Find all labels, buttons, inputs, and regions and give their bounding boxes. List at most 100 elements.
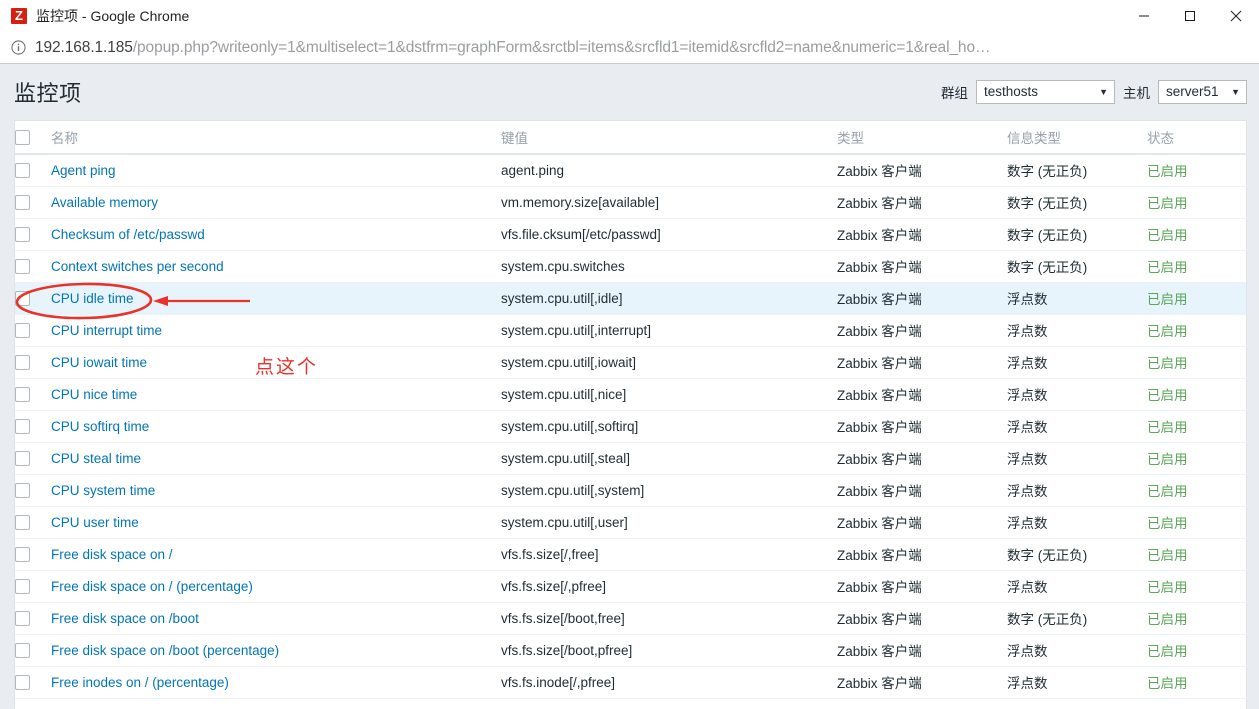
item-status-cell: 已启用: [1147, 314, 1246, 347]
table-row[interactable]: CPU steal time system.cpu.util[,steal] Zab…: [15, 442, 1246, 475]
row-checkbox[interactable]: [15, 610, 30, 626]
column-header-key[interactable]: 键值: [501, 121, 837, 155]
item-key-cell: system.cpu.util[,softirq]: [501, 410, 837, 443]
close-button[interactable]: [1213, 0, 1259, 32]
item-info-text: 浮点数: [1007, 324, 1048, 339]
item-type-cell: Zabbix 客户端: [837, 154, 1007, 187]
item-name-link[interactable]: Checksum of /etc/passwd: [51, 227, 205, 242]
item-key-text: vfs.file.cksum[/etc/passwd]: [501, 226, 661, 242]
item-key-text: system.cpu.util[,nice]: [501, 386, 627, 402]
table-row[interactable]: CPU idle time system.cpu.util[,idle] Zabbi…: [15, 282, 1246, 315]
omnibox[interactable]: 192.168.1.185/popup.php?writeonly=1&mult…: [0, 32, 1259, 64]
row-checkbox[interactable]: [15, 354, 30, 370]
item-name-link[interactable]: CPU user time: [51, 515, 139, 530]
item-type-text: Zabbix 客户端: [837, 292, 922, 307]
chevron-down-icon: ▼: [1231, 87, 1240, 97]
table-row[interactable]: CPU user time system.cpu.util[,user] Zabbi…: [15, 506, 1246, 539]
table-row[interactable]: Free disk space on / (percentage) vfs.fs.…: [15, 570, 1246, 603]
host-group-select[interactable]: testhosts ▼: [976, 80, 1115, 104]
column-header-type[interactable]: 类型: [837, 121, 1007, 155]
table-row[interactable]: Context switches per second system.cpu.sw…: [15, 250, 1246, 283]
url-host: 192.168.1.185: [35, 38, 133, 56]
table-row[interactable]: Agent ping agent.ping Zabbix 客户端 数字 (无正负) 已启…: [15, 154, 1246, 187]
item-type-cell: Zabbix 客户端: [837, 602, 1007, 635]
table-row[interactable]: Free inodes on / (percentage) vfs.fs.inod…: [15, 666, 1246, 699]
item-name-link[interactable]: Agent ping: [51, 163, 116, 178]
row-checkbox[interactable]: [15, 482, 30, 498]
item-name-link[interactable]: CPU steal time: [51, 451, 141, 466]
table-row[interactable]: CPU interrupt time system.cpu.util[,inter…: [15, 314, 1246, 347]
item-name-link[interactable]: Free disk space on /boot: [51, 611, 199, 626]
item-name-cell: Checksum of /etc/passwd: [51, 218, 501, 251]
row-checkbox[interactable]: [15, 514, 30, 530]
item-name-link[interactable]: CPU softirq time: [51, 419, 149, 434]
row-checkbox[interactable]: [15, 642, 30, 658]
item-info-text: 浮点数: [1007, 452, 1048, 467]
item-name-link[interactable]: Available memory: [51, 195, 158, 210]
item-name-link[interactable]: Free inodes on / (percentage): [51, 675, 229, 690]
item-key-text: vfs.fs.size[/,free]: [501, 546, 599, 562]
page-info-icon[interactable]: [10, 39, 27, 56]
item-name-link[interactable]: Context switches per second: [51, 259, 224, 274]
item-type-text: Zabbix 客户端: [837, 260, 922, 275]
row-checkbox[interactable]: [15, 290, 30, 306]
item-key-cell: vfs.file.cksum[/etc/passwd]: [501, 218, 837, 251]
row-checkbox[interactable]: [15, 450, 30, 466]
status-badge: 已启用: [1147, 164, 1188, 180]
table-row[interactable]: CPU system time system.cpu.util[,system] Z…: [15, 474, 1246, 507]
column-header-status[interactable]: 状态: [1147, 121, 1246, 155]
column-header-name[interactable]: 名称: [51, 121, 501, 155]
row-checkbox[interactable]: [15, 194, 30, 210]
item-name-link[interactable]: Free disk space on / (percentage): [51, 579, 253, 594]
table-row[interactable]: Free disk space on /boot (percentage) vfs…: [15, 634, 1246, 667]
item-key-text: vfs.fs.size[/,pfree]: [501, 578, 607, 594]
item-name-link[interactable]: CPU system time: [51, 483, 155, 498]
item-info-cell: 数字 (无正负): [1007, 602, 1147, 635]
row-checkbox[interactable]: [15, 386, 30, 402]
row-checkbox[interactable]: [15, 258, 30, 274]
item-type-text: Zabbix 客户端: [837, 196, 922, 211]
maximize-button[interactable]: [1167, 0, 1213, 32]
row-checkbox-cell: [15, 602, 51, 635]
select-all-checkbox[interactable]: [15, 129, 30, 145]
item-info-cell: 浮点数: [1007, 314, 1147, 347]
item-name-link[interactable]: CPU interrupt time: [51, 323, 162, 338]
browser-title-bar: Z 监控项 - Google Chrome: [0, 0, 1259, 32]
row-checkbox[interactable]: [15, 674, 30, 690]
table-row[interactable]: CPU softirq time system.cpu.util[,softirq…: [15, 410, 1246, 443]
item-status-cell: 已启用: [1147, 346, 1246, 379]
row-checkbox[interactable]: [15, 162, 30, 178]
table-row[interactable]: Free disk space on / vfs.fs.size[/,free] Z…: [15, 538, 1246, 571]
column-header-info[interactable]: 信息类型: [1007, 121, 1147, 155]
row-checkbox[interactable]: [15, 322, 30, 338]
row-checkbox[interactable]: [15, 578, 30, 594]
table-row[interactable]: CPU iowait time system.cpu.util[,iowait] Z…: [15, 346, 1246, 379]
minimize-button[interactable]: [1121, 0, 1167, 32]
table-row[interactable]: Available memory vm.memory.size[available…: [15, 186, 1246, 219]
window-title: 监控项 - Google Chrome: [36, 8, 190, 24]
table-row[interactable]: Checksum of /etc/passwd vfs.file.cksum[/e…: [15, 218, 1246, 251]
row-checkbox[interactable]: [15, 226, 30, 242]
page-content: 监控项 群组 testhosts ▼ 主机 server51 ▼ 名称 键值 类…: [0, 64, 1259, 709]
item-key-cell: vfs.fs.inode[/,pfree]: [501, 666, 837, 699]
item-name-link[interactable]: CPU idle time: [51, 291, 134, 306]
item-name-link[interactable]: Free disk space on /: [51, 547, 173, 562]
item-key-cell: system.cpu.util[,interrupt]: [501, 314, 837, 347]
table-row[interactable]: Free disk space on /boot vfs.fs.size[/boo…: [15, 602, 1246, 635]
host-select[interactable]: server51 ▼: [1158, 80, 1247, 104]
item-key-text: system.cpu.util[,iowait]: [501, 354, 637, 370]
item-info-cell: 数字 (无正负): [1007, 218, 1147, 251]
row-checkbox[interactable]: [15, 418, 30, 434]
item-name-cell: CPU nice time: [51, 378, 501, 411]
item-name-link[interactable]: CPU iowait time: [51, 355, 147, 370]
host-group-value: testhosts: [984, 84, 1039, 99]
item-name-link[interactable]: Free disk space on /boot (percentage): [51, 643, 279, 658]
item-info-text: 数字 (无正负): [1007, 228, 1088, 243]
item-key-text: system.cpu.util[,softirq]: [501, 418, 639, 434]
item-name-link[interactable]: CPU nice time: [51, 387, 137, 402]
item-key-text: vfs.fs.inode[/,pfree]: [501, 674, 616, 690]
row-checkbox[interactable]: [15, 546, 30, 562]
items-table-body: Agent ping agent.ping Zabbix 客户端 数字 (无正负) 已启…: [15, 154, 1246, 699]
items-table: 名称 键值 类型 信息类型 状态 Agent ping agent.ping Zab…: [15, 121, 1246, 699]
table-row[interactable]: CPU nice time system.cpu.util[,nice] Zabbi…: [15, 378, 1246, 411]
